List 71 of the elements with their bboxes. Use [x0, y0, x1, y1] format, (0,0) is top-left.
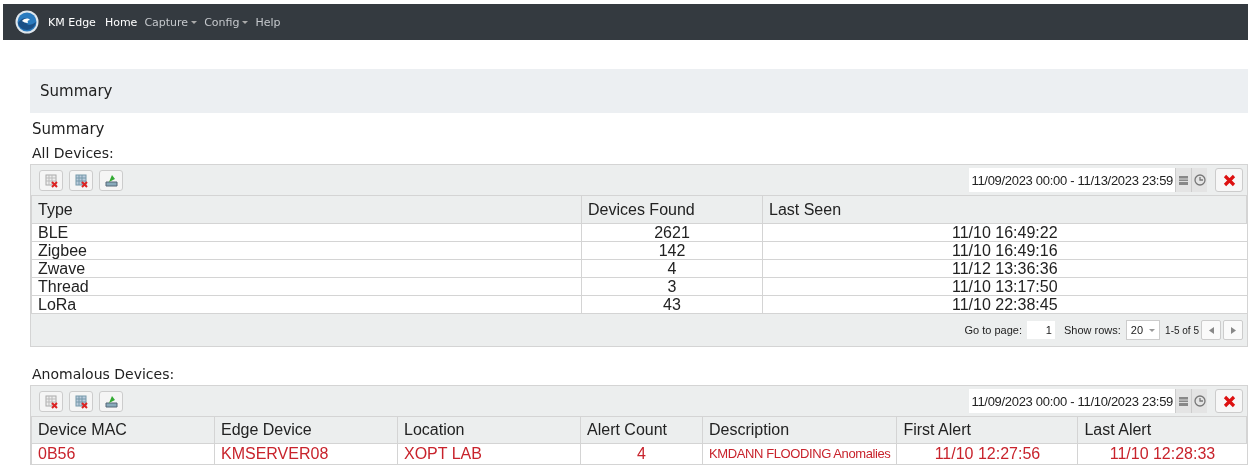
clear-button[interactable] — [1215, 168, 1243, 192]
table-cell: 11/12 13:36:36 — [762, 259, 1247, 278]
left-arrow-icon — [1208, 326, 1214, 334]
nav-link[interactable]: Home — [104, 15, 138, 29]
brand-name[interactable]: KM Edge — [48, 15, 96, 29]
column-header: First Alert — [896, 416, 1078, 444]
clear-selection-icon — [73, 393, 89, 409]
page-field[interactable]: 1 — [1026, 321, 1055, 339]
date-range-field[interactable]: 11/09/2023 00:00 - 11/10/2023 23:59 — [969, 389, 1207, 413]
column-header: Alert Count — [580, 416, 703, 444]
table-cell: 4 — [581, 259, 763, 278]
clear-selection-icon — [73, 172, 89, 188]
previous-page-button[interactable] — [1201, 320, 1221, 340]
clear-button[interactable] — [1215, 389, 1243, 413]
table-cell: BLE — [31, 223, 582, 242]
table-cell: Zwave — [31, 259, 582, 278]
table-cell: LoRa — [31, 295, 582, 314]
table-cell: 11/10 16:49:16 — [762, 241, 1247, 260]
export-button[interactable] — [99, 169, 123, 191]
column-header: Devices Found — [581, 195, 763, 224]
close-icon — [1222, 173, 1236, 187]
close-icon — [1222, 394, 1236, 408]
column-header: Last Seen — [762, 195, 1247, 224]
grid-title: All Devices: — [32, 145, 115, 162]
table-cell: XOPT LAB — [397, 443, 581, 465]
right-arrow-icon — [1230, 326, 1236, 334]
date-range-field[interactable]: 11/09/2023 00:00 - 11/13/2023 23:59 — [969, 168, 1207, 192]
clear-selection-button[interactable] — [69, 169, 93, 191]
pager-label: Show rows: — [1063, 324, 1121, 336]
grid-title: Anomalous Devices: — [32, 366, 176, 383]
clear-filter-icon — [43, 393, 59, 409]
pager-label: Go to page: — [964, 324, 1022, 336]
page-range: 1-5 of 5 — [1165, 324, 1199, 336]
table-cell: 2621 — [581, 223, 763, 242]
page-title: Summary — [40, 82, 113, 100]
logo-icon — [15, 10, 39, 34]
column-header: Last Alert — [1077, 416, 1247, 444]
export-button[interactable] — [99, 390, 123, 412]
clock-icon — [1191, 389, 1207, 413]
clock-icon — [1191, 168, 1207, 192]
table-cell: 11/10 12:28:33 — [1077, 443, 1247, 465]
column-header: Edge Device — [214, 416, 398, 444]
table-cell: 0B56 — [31, 443, 215, 465]
clear-filter-button[interactable] — [39, 169, 63, 191]
table-cell: KMSERVER08 — [214, 443, 398, 465]
clear-filter-icon — [43, 172, 59, 188]
clear-selection-button[interactable] — [69, 390, 93, 412]
column-header: Location — [397, 416, 581, 444]
nav-link[interactable]: Config — [204, 15, 249, 29]
table-cell: 4 — [580, 443, 703, 465]
table-cell: 11/10 13:17:50 — [762, 277, 1247, 296]
table-cell: Thread — [31, 277, 582, 296]
table-cell: 11/10 22:38:45 — [762, 295, 1247, 314]
rows-select[interactable]: 20 — [1125, 320, 1161, 340]
section-heading: Summary — [32, 120, 106, 138]
next-page-button[interactable] — [1223, 320, 1243, 340]
column-header: Description — [702, 416, 897, 444]
column-header: Device MAC — [31, 416, 215, 444]
table-cell: 11/10 12:27:56 — [896, 443, 1078, 465]
table-cell: KMDANN FLOODING Anomalies — [702, 443, 897, 465]
table-cell: 43 — [581, 295, 763, 314]
calendar-icon — [1175, 389, 1191, 413]
table-cell: 3 — [581, 277, 763, 296]
column-header: Type — [31, 195, 582, 224]
calendar-icon — [1175, 168, 1191, 192]
nav-link[interactable]: Help — [255, 15, 281, 29]
table-cell: 142 — [581, 241, 763, 260]
nav-link[interactable]: Capture — [144, 15, 198, 29]
table-cell: 11/10 16:49:22 — [762, 223, 1247, 242]
table-cell: Zigbee — [31, 241, 582, 260]
clear-filter-button[interactable] — [39, 390, 63, 412]
